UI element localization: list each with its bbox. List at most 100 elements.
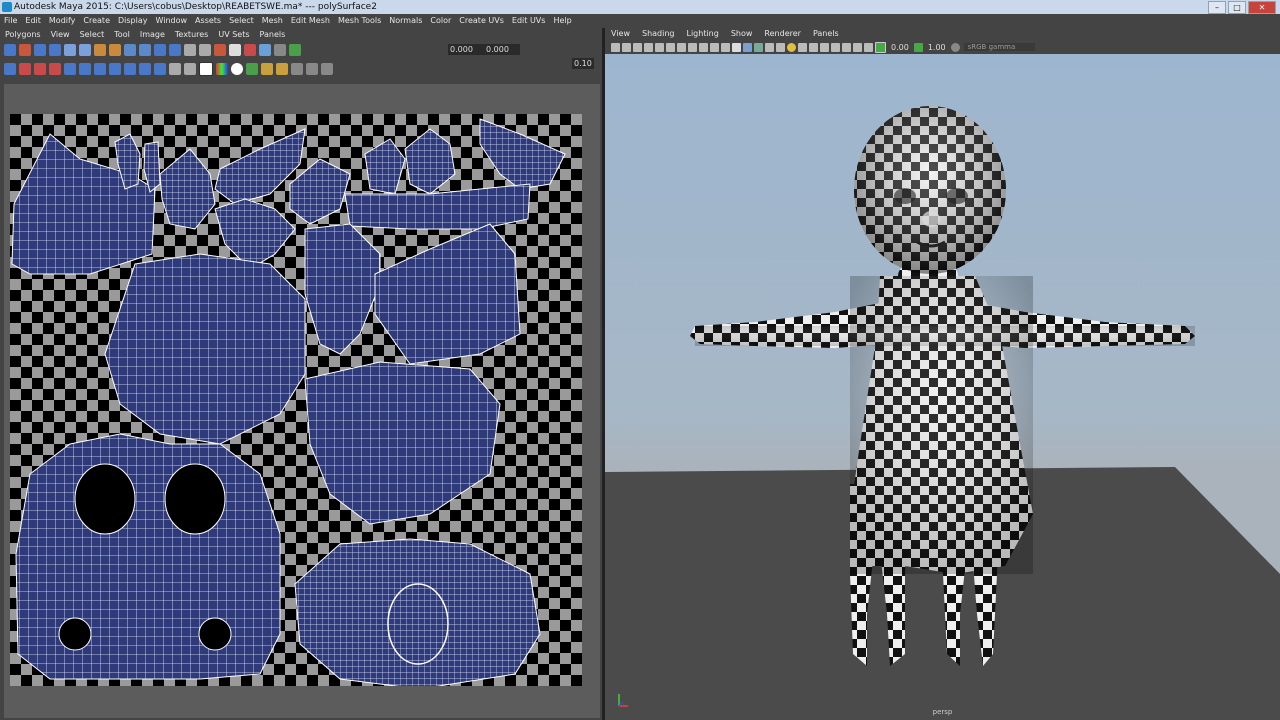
film-gate-icon[interactable]	[666, 42, 675, 52]
menu-modify[interactable]: Modify	[45, 14, 80, 28]
align-right-icon[interactable]	[79, 44, 91, 56]
flip-u-icon[interactable]	[4, 44, 16, 56]
uv-menu-textures[interactable]: Textures	[170, 28, 213, 41]
color-management-icon[interactable]	[950, 42, 960, 52]
v-value-field[interactable]: 0.000	[484, 44, 520, 55]
normalize-icon[interactable]	[169, 44, 181, 56]
align-left-icon[interactable]	[64, 44, 76, 56]
relax-icon[interactable]	[94, 63, 106, 75]
motion-blur-icon[interactable]	[820, 42, 829, 52]
safe-title-icon[interactable]	[721, 42, 730, 52]
gamma-icon[interactable]	[913, 42, 923, 52]
uv-menu-tool[interactable]: Tool	[109, 28, 135, 41]
menu-edit[interactable]: Edit	[21, 14, 45, 28]
increment-field[interactable]: 0.10	[572, 58, 594, 69]
image-icon[interactable]	[214, 44, 226, 56]
menu-help[interactable]: Help	[549, 14, 575, 28]
copy-uvs-icon[interactable]	[169, 63, 181, 75]
xray-icon[interactable]	[765, 42, 774, 52]
image-plane-icon[interactable]	[644, 42, 653, 52]
shadows-icon[interactable]	[798, 42, 807, 52]
exposure-value[interactable]: 0.00	[891, 43, 909, 52]
vp-menu-lighting[interactable]: Lighting	[680, 28, 724, 40]
swap-icon[interactable]	[321, 63, 333, 75]
straighten-icon[interactable]	[124, 63, 136, 75]
uv-shader-icon[interactable]	[244, 44, 256, 56]
uv-menu-view[interactable]: View	[46, 28, 75, 41]
layout-icon[interactable]	[139, 44, 151, 56]
grid-icon[interactable]	[184, 44, 196, 56]
orient-icon[interactable]	[154, 63, 166, 75]
cut-uv-icon[interactable]	[94, 44, 106, 56]
grab-icon[interactable]	[64, 63, 76, 75]
xray-active-icon[interactable]	[864, 42, 873, 52]
camera-attr-icon[interactable]	[622, 42, 631, 52]
camera-select-icon[interactable]	[611, 42, 620, 52]
menu-display[interactable]: Display	[114, 14, 152, 28]
safe-action-icon[interactable]	[710, 42, 719, 52]
paste-u-icon[interactable]	[291, 63, 303, 75]
bookmark-icon[interactable]	[633, 42, 642, 52]
snap-icon[interactable]	[199, 44, 211, 56]
paste-v-icon[interactable]	[306, 63, 318, 75]
paste-icon[interactable]	[276, 63, 288, 75]
vp-menu-show[interactable]: Show	[725, 28, 759, 40]
checker-display-icon[interactable]	[274, 44, 286, 56]
field-chart-icon[interactable]	[699, 42, 708, 52]
color-mgmt-icon[interactable]	[246, 63, 258, 75]
uv-editor-canvas[interactable]	[4, 84, 600, 718]
menu-create-uvs[interactable]: Create UVs	[455, 14, 508, 28]
rotate-ccw-icon[interactable]	[34, 44, 46, 56]
menu-window[interactable]: Window	[152, 14, 192, 28]
maximize-button[interactable]: □	[1228, 1, 1246, 14]
smooth-icon[interactable]	[34, 63, 46, 75]
menu-normals[interactable]: Normals	[385, 14, 426, 28]
gamma-value[interactable]: 1.00	[928, 43, 946, 52]
lights-icon[interactable]	[787, 42, 796, 52]
lasso-icon[interactable]	[19, 63, 31, 75]
ambient-occlusion-icon[interactable]	[809, 42, 818, 52]
copy-icon[interactable]	[261, 63, 273, 75]
smudge-icon[interactable]	[49, 63, 61, 75]
close-button[interactable]: ✕	[1248, 1, 1276, 14]
uv-menu-select[interactable]: Select	[75, 28, 110, 41]
rotate-cw-icon[interactable]	[49, 44, 61, 56]
menu-create[interactable]: Create	[79, 14, 114, 28]
menu-mesh-tools[interactable]: Mesh Tools	[334, 14, 385, 28]
rgb-channels-icon[interactable]	[216, 63, 228, 75]
menu-file[interactable]: File	[0, 14, 21, 28]
wireframe-on-shaded-icon[interactable]	[754, 42, 763, 52]
xray-joints-icon[interactable]	[853, 42, 862, 52]
alpha-icon[interactable]	[231, 63, 243, 75]
checker-toggle-icon[interactable]	[199, 62, 213, 76]
resolution-gate-icon[interactable]	[677, 42, 686, 52]
minimize-button[interactable]: –	[1208, 1, 1226, 14]
menu-edit-mesh[interactable]: Edit Mesh	[287, 14, 334, 28]
color-space-dropdown[interactable]: sRGB gamma	[963, 43, 1036, 51]
uv-menu-uv-sets[interactable]: UV Sets	[213, 28, 254, 41]
flip-v-icon[interactable]	[19, 44, 31, 56]
textured-icon[interactable]	[776, 42, 785, 52]
uv-menu-polygons[interactable]: Polygons	[0, 28, 46, 41]
move-shell-icon[interactable]	[154, 44, 166, 56]
sew-uv-icon[interactable]	[109, 44, 121, 56]
menu-select[interactable]: Select	[225, 14, 258, 28]
paste-uvs-icon[interactable]	[184, 63, 196, 75]
vp-menu-renderer[interactable]: Renderer	[758, 28, 807, 40]
optimize-icon[interactable]	[109, 63, 121, 75]
pinch-icon[interactable]	[79, 63, 91, 75]
unfold-icon[interactable]	[124, 44, 136, 56]
vp-menu-view[interactable]: View	[605, 28, 636, 40]
wireframe-icon[interactable]	[732, 42, 741, 52]
exposure-icon-vp[interactable]	[875, 41, 886, 53]
menu-color[interactable]: Color	[426, 14, 455, 28]
dim-image-icon[interactable]	[229, 44, 241, 56]
antialias-icon[interactable]	[831, 42, 840, 52]
uv-menu-panels[interactable]: Panels	[255, 28, 291, 41]
gate-mask-icon[interactable]	[688, 42, 697, 52]
select-icon[interactable]	[4, 63, 16, 75]
menu-mesh[interactable]: Mesh	[258, 14, 287, 28]
uv-checker-grid[interactable]	[10, 114, 582, 686]
isolate-select-icon[interactable]	[842, 42, 851, 52]
smooth-shade-icon[interactable]	[743, 42, 752, 52]
